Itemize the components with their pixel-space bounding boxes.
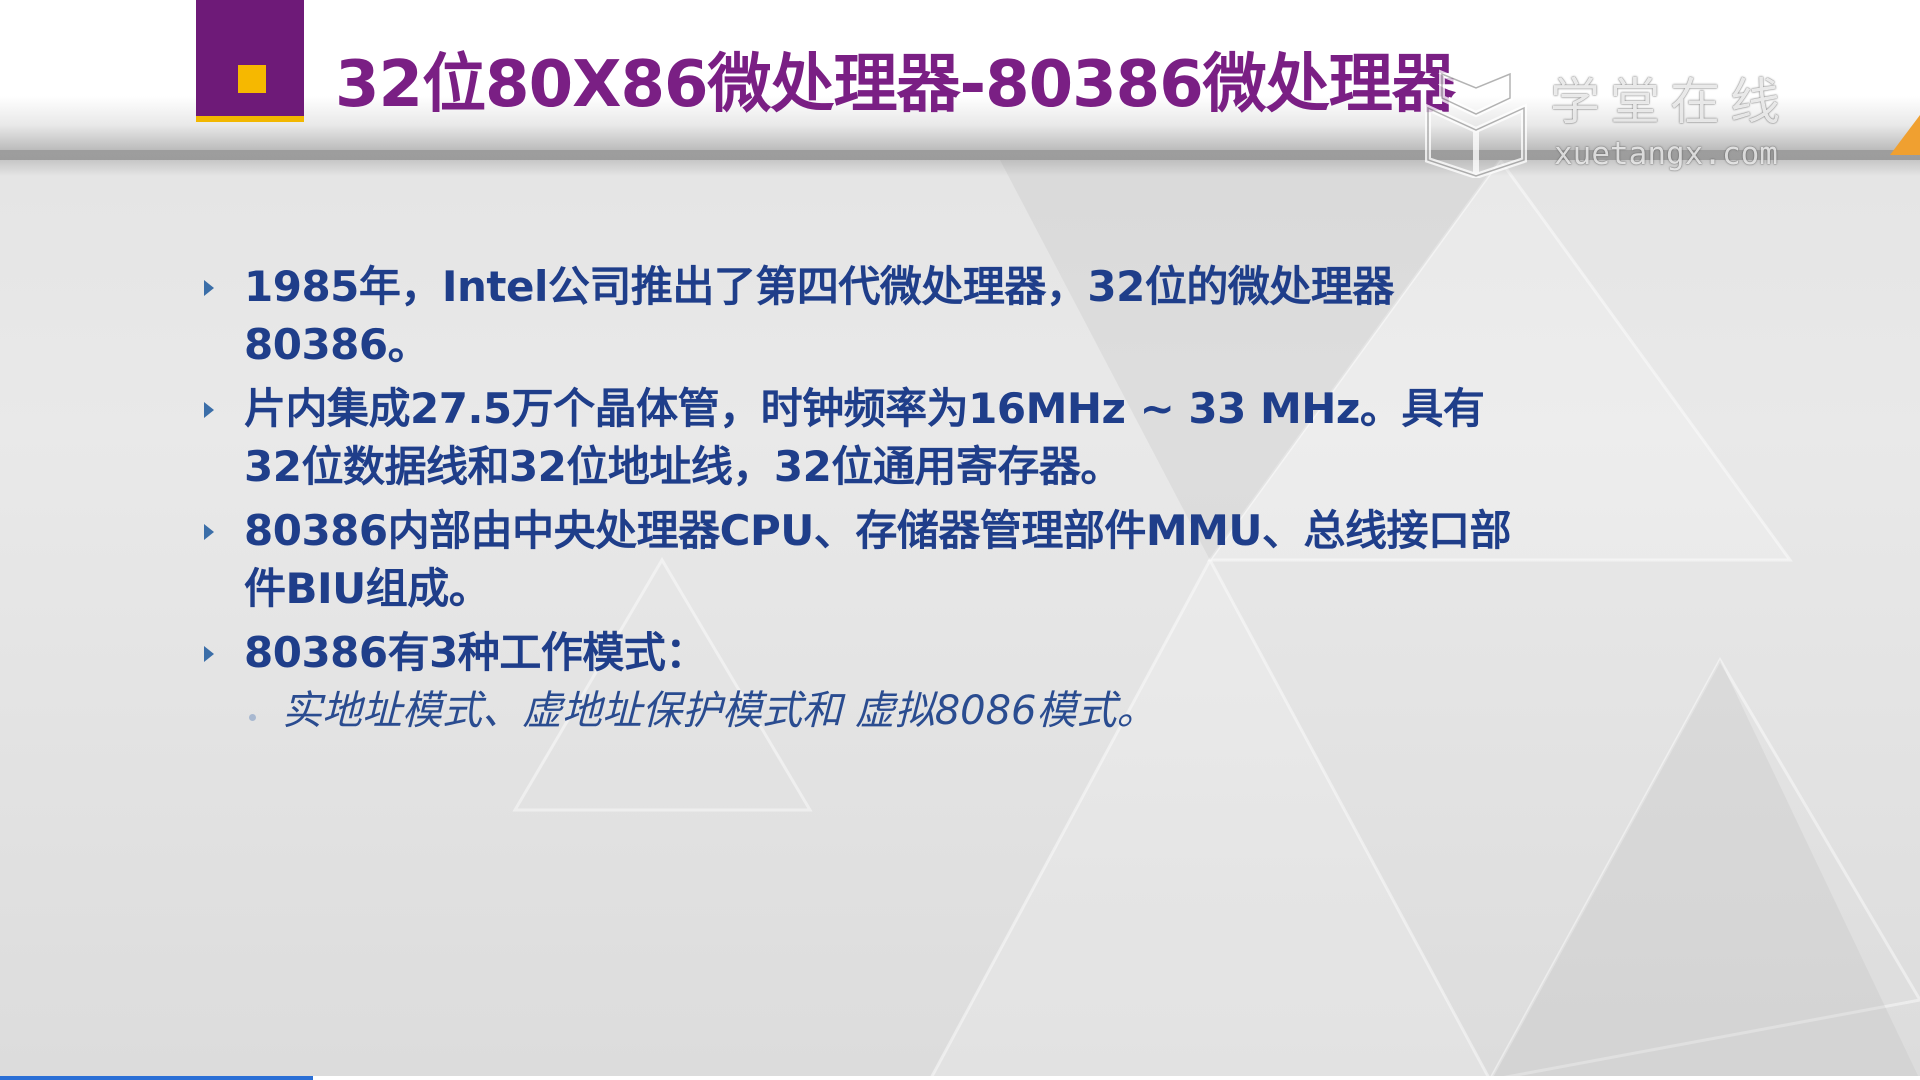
slide-title: 32位80X86微处理器-80386微处理器	[335, 48, 1456, 122]
bullet-arrow-icon	[204, 280, 214, 296]
bullet-list: 1985年，Intel公司推出了第四代微处理器，32位的微处理器80386。 片…	[200, 258, 1530, 744]
bullet-arrow-icon	[204, 646, 214, 662]
video-progress-fill	[0, 1076, 313, 1080]
bullet-arrow-icon	[204, 524, 214, 540]
title-marker-block	[196, 0, 304, 116]
bullet-text: 片内集成27.5万个晶体管，时钟频率为16MHz ~ 33 MHz。具有32位数…	[244, 384, 1485, 491]
bullet-arrow-icon	[204, 402, 214, 418]
title-marker-underline	[196, 116, 304, 122]
sub-bullet-text: 实地址模式、虚地址保护模式和 虚拟8086模式。	[282, 688, 1157, 734]
bullet-text: 1985年，Intel公司推出了第四代微处理器，32位的微处理器80386。	[244, 262, 1394, 369]
corner-accent-decoration	[1890, 115, 1920, 155]
bullet-item: 片内集成27.5万个晶体管，时钟频率为16MHz ~ 33 MHz。具有32位数…	[200, 380, 1530, 496]
watermark-domain-text: xuetangx.com	[1554, 136, 1778, 172]
slide: 32位80X86微处理器-80386微处理器 学堂在线 xuetangx.com…	[0, 0, 1920, 1080]
bullet-text: 80386有3种工作模式：	[244, 628, 707, 677]
bullet-item: 80386内部由中央处理器CPU、存储器管理部件MMU、总线接口部件BIU组成。	[200, 502, 1530, 618]
book-logo-icon	[1425, 69, 1527, 178]
title-marker-square-icon	[238, 65, 266, 93]
video-progress-bar[interactable]	[0, 1076, 1920, 1080]
watermark-chinese-text: 学堂在线	[1550, 73, 1790, 131]
sub-bullet-item: 实地址模式、虚地址保护模式和 虚拟8086模式。	[200, 684, 1530, 738]
bullet-item: 80386有3种工作模式： 实地址模式、虚地址保护模式和 虚拟8086模式。	[200, 624, 1530, 738]
bullet-text: 80386内部由中央处理器CPU、存储器管理部件MMU、总线接口部件BIU组成。	[244, 506, 1512, 613]
bullet-item: 1985年，Intel公司推出了第四代微处理器，32位的微处理器80386。	[200, 258, 1530, 374]
watermark: 学堂在线 xuetangx.com	[1420, 64, 1820, 184]
sub-bullet-dot-icon	[249, 714, 256, 721]
